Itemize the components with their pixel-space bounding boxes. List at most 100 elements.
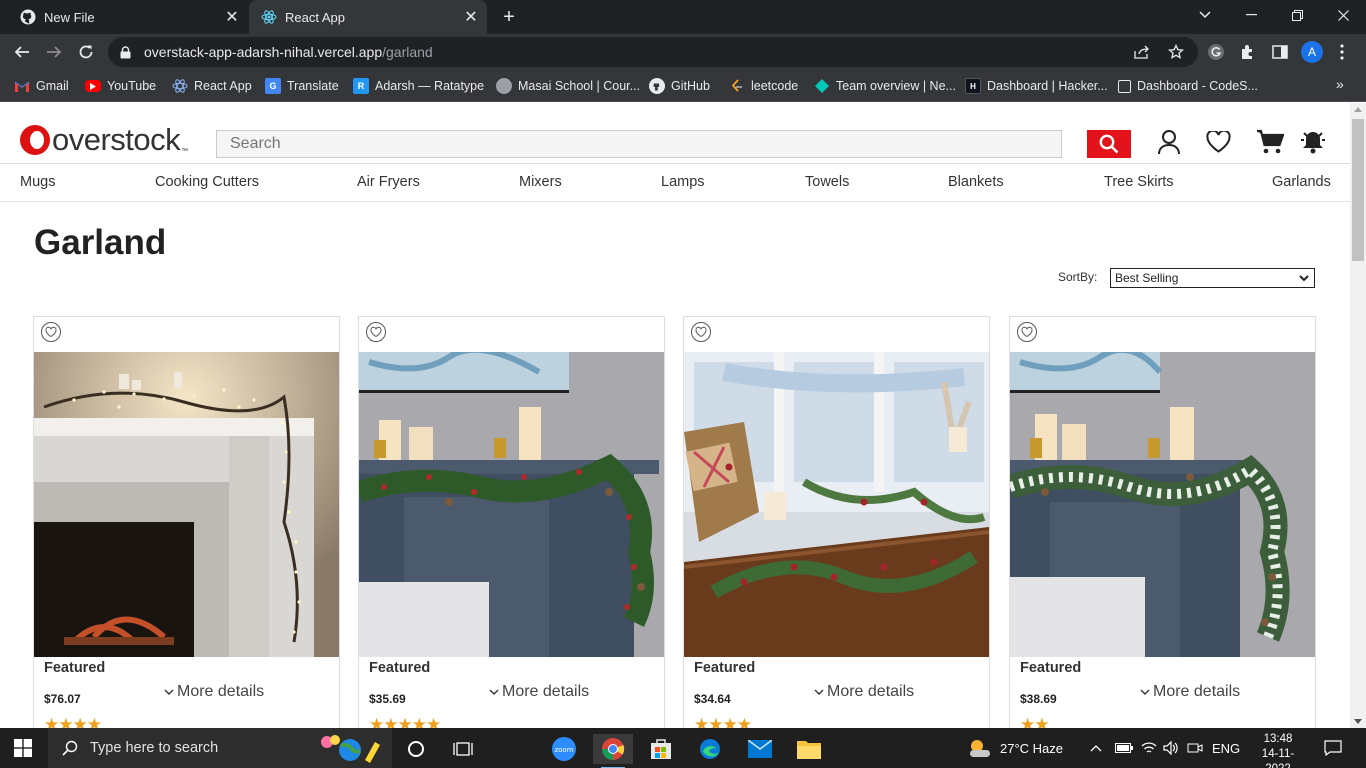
category-blankets[interactable]: Blankets <box>948 174 1004 190</box>
product-image[interactable] <box>684 352 989 657</box>
bookmark-star-icon[interactable] <box>1164 40 1188 64</box>
bookmark-leetcode[interactable]: leetcode <box>729 76 798 96</box>
wifi-icon[interactable] <box>1141 728 1157 768</box>
search-icon <box>1099 134 1119 154</box>
show-hidden-icons-chevron[interactable] <box>1090 728 1102 768</box>
product-image[interactable] <box>359 352 664 657</box>
taskbar-search-box[interactable]: Type here to search <box>48 728 392 768</box>
mail-app-icon[interactable] <box>740 734 780 764</box>
close-window-icon[interactable] <box>1320 0 1366 30</box>
minimize-icon[interactable] <box>1228 0 1274 30</box>
category-air-fryers[interactable]: Air Fryers <box>357 174 420 190</box>
back-icon[interactable] <box>8 38 36 66</box>
bookmark-translate[interactable]: G Translate <box>265 76 339 96</box>
close-tab-icon[interactable]: ✕ <box>222 7 242 27</box>
profile-avatar[interactable]: A <box>1301 41 1323 63</box>
product-card[interactable]: Featured $35.69 More details ★★★★★ <box>358 316 665 728</box>
bookmark-gmail[interactable]: Gmail <box>14 76 69 96</box>
windows-taskbar: Type here to search zoom 27°C Haze ENG 1… <box>0 728 1366 768</box>
task-view-icon[interactable] <box>443 734 483 764</box>
wishlist-heart-icon[interactable] <box>1203 128 1233 156</box>
menu-kebab-icon[interactable] <box>1330 40 1354 64</box>
search-input[interactable] <box>216 130 1062 158</box>
product-price: $76.07 <box>44 692 81 706</box>
input-language[interactable]: ENG <box>1212 728 1240 768</box>
category-garlands[interactable]: Garlands <box>1272 174 1331 190</box>
scrollbar-thumb[interactable] <box>1352 119 1364 261</box>
cart-icon[interactable] <box>1255 128 1285 156</box>
search-button[interactable] <box>1087 130 1131 158</box>
masai-icon <box>496 78 512 94</box>
sort-select[interactable]: Best Selling <box>1110 268 1315 288</box>
cortana-icon[interactable] <box>396 734 436 764</box>
overstock-logo[interactable]: overstock ™ <box>20 124 188 155</box>
browser-toolbar: overstack-app-adarsh-nihal.vercel.app/ga… <box>0 34 1366 70</box>
page-viewport: overstock ™ Mugs Cooking Cutters Air Fry… <box>0 103 1350 728</box>
translate-icon: G <box>265 78 281 94</box>
product-card[interactable]: Featured $34.64 More details ★★★★ <box>683 316 990 728</box>
tab-title: React App <box>285 9 345 25</box>
meet-now-icon[interactable] <box>1187 728 1203 768</box>
page-scrollbar[interactable] <box>1350 103 1366 728</box>
category-mixers[interactable]: Mixers <box>519 174 562 190</box>
bookmark-team-overview[interactable]: Team overview | Ne... <box>814 76 956 96</box>
category-towels[interactable]: Towels <box>805 174 849 190</box>
product-image[interactable] <box>1010 352 1315 657</box>
notification-center-icon[interactable] <box>1324 728 1342 768</box>
bookmark-codesignal[interactable]: Dashboard - CodeS... <box>1118 76 1258 96</box>
grammarly-icon[interactable] <box>1204 40 1228 64</box>
close-tab-icon[interactable]: ✕ <box>461 7 481 27</box>
category-mugs[interactable]: Mugs <box>20 174 55 190</box>
windows-start-icon[interactable] <box>14 739 32 762</box>
bookmark-hackerrank[interactable]: H Dashboard | Hacker... <box>965 76 1108 96</box>
restore-icon[interactable] <box>1274 0 1320 30</box>
clock-date: 14-11-2022 <box>1261 748 1295 768</box>
category-lamps[interactable]: Lamps <box>661 174 705 190</box>
zoom-app-icon[interactable]: zoom <box>544 734 584 764</box>
category-cooking-cutters[interactable]: Cooking Cutters <box>155 174 259 190</box>
category-tree-skirts[interactable]: Tree Skirts <box>1104 174 1174 190</box>
more-details-toggle[interactable]: More details <box>1140 683 1240 701</box>
taskbar-clock[interactable]: 13:48 14-11-2022 <box>1252 732 1304 768</box>
bookmark-github[interactable]: GitHub <box>649 76 710 96</box>
address-bar[interactable]: overstack-app-adarsh-nihal.vercel.app/ga… <box>108 37 1198 67</box>
product-image[interactable] <box>34 352 339 657</box>
add-to-wishlist-heart-icon[interactable] <box>1015 322 1039 342</box>
more-details-toggle[interactable]: More details <box>164 683 264 701</box>
account-icon[interactable] <box>1154 128 1184 156</box>
chevron-down-icon <box>164 689 174 695</box>
side-panel-icon[interactable] <box>1268 40 1292 64</box>
microsoft-store-icon[interactable] <box>641 734 681 764</box>
tab-react-app[interactable]: React App ✕ <box>249 0 487 34</box>
more-details-toggle[interactable]: More details <box>814 683 914 701</box>
more-bookmarks-icon[interactable]: » <box>1336 76 1344 92</box>
bookmark-youtube[interactable]: YouTube <box>85 76 156 96</box>
product-price: $35.69 <box>369 692 406 706</box>
product-card[interactable]: Featured $76.07 More details ★★★★ <box>33 316 340 728</box>
tab-new-file[interactable]: New File ✕ <box>8 0 248 34</box>
extensions-icon[interactable] <box>1236 40 1260 64</box>
volume-icon[interactable] <box>1163 728 1179 768</box>
share-icon[interactable] <box>1130 40 1154 64</box>
bookmark-ratatype[interactable]: R Adarsh — Ratatype <box>353 76 484 96</box>
chrome-app-icon[interactable] <box>593 734 633 768</box>
scroll-up-arrow-icon[interactable] <box>1354 107 1362 112</box>
tab-search-chevron-icon[interactable] <box>1182 0 1228 30</box>
new-tab-button[interactable]: + <box>498 6 520 28</box>
add-to-wishlist-heart-icon[interactable] <box>689 322 713 342</box>
forward-icon[interactable] <box>40 38 68 66</box>
hackerrank-icon: H <box>965 78 981 94</box>
add-to-wishlist-heart-icon[interactable] <box>364 322 388 342</box>
add-to-wishlist-heart-icon[interactable] <box>39 322 63 342</box>
more-details-toggle[interactable]: More details <box>489 683 589 701</box>
reload-icon[interactable] <box>72 38 100 66</box>
weather-widget[interactable]: 27°C Haze <box>966 728 1063 768</box>
edge-app-icon[interactable] <box>690 734 730 764</box>
battery-icon[interactable] <box>1115 728 1133 768</box>
file-explorer-icon[interactable] <box>789 734 829 764</box>
scroll-down-arrow-icon[interactable] <box>1354 719 1362 724</box>
bookmark-masai[interactable]: Masai School | Cour... <box>496 76 640 96</box>
product-card[interactable]: Featured $38.69 More details ★★ <box>1009 316 1316 728</box>
notifications-bell-icon[interactable] <box>1298 128 1328 156</box>
bookmark-react-app[interactable]: React App <box>172 76 252 96</box>
